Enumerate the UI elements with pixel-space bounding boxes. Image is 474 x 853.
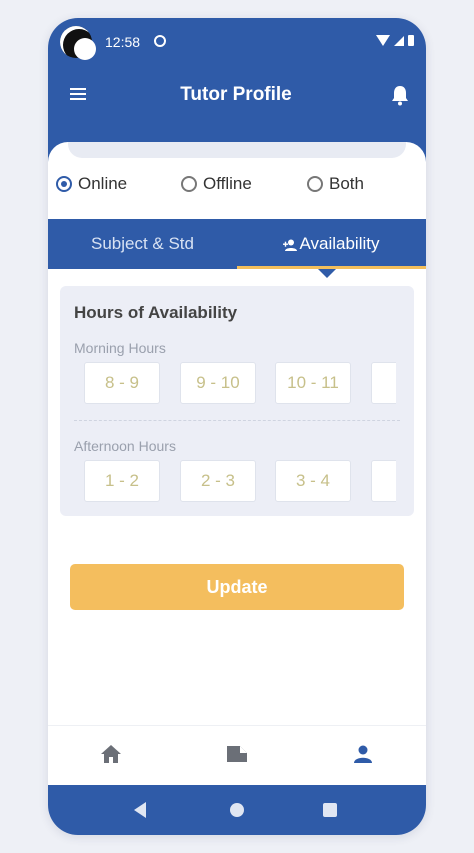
tab-pointer: [318, 269, 336, 278]
person-add-icon: [283, 239, 298, 251]
radio-label: Online: [78, 174, 128, 193]
home-circle-icon[interactable]: [229, 801, 245, 819]
radio-both[interactable]: Both: [307, 174, 364, 194]
back-icon[interactable]: [132, 801, 148, 819]
radio-circle: [307, 176, 323, 192]
slot-morning[interactable]: 11: [371, 362, 396, 404]
status-icons: [376, 35, 414, 46]
tab-availability[interactable]: Availability: [237, 219, 426, 269]
afternoon-label: Afternoon Hours: [74, 438, 176, 454]
recents-icon[interactable]: [322, 801, 338, 819]
person-icon[interactable]: [352, 744, 374, 764]
update-button[interactable]: Update: [70, 564, 404, 610]
section-divider: [74, 420, 400, 421]
bell-icon[interactable]: [390, 84, 410, 106]
status-time: 12:58: [105, 34, 141, 50]
page-title: Tutor Profile: [180, 84, 292, 105]
system-nav-bar: [48, 785, 426, 835]
slot-afternoon[interactable]: 2 - 3: [180, 460, 256, 502]
slot-morning[interactable]: 9 - 10: [180, 362, 256, 404]
slot-morning[interactable]: 8 - 9: [84, 362, 160, 404]
radio-label: Both: [329, 174, 364, 193]
availability-panel: Hours of Availability Morning Hours 8 - …: [60, 286, 414, 516]
radio-circle: [181, 176, 197, 192]
tab-label: Availability: [299, 234, 380, 253]
slot-afternoon[interactable]: 3 - 4: [275, 460, 351, 502]
signal-icon: [394, 35, 404, 46]
afternoon-slots: 1 - 2 2 - 3 3 - 4 4: [84, 460, 396, 502]
slot-afternoon[interactable]: 1 - 2: [84, 460, 160, 502]
tab-subject[interactable]: Subject & Std: [48, 219, 237, 269]
radio-offline[interactable]: Offline: [181, 174, 252, 194]
menu-icon[interactable]: [70, 88, 86, 100]
bottom-nav: [48, 725, 426, 786]
radio-circle: [56, 176, 72, 192]
tab-label: Subject & Std: [90, 234, 194, 253]
wifi-icon: [376, 35, 390, 46]
document-icon[interactable]: [226, 744, 248, 764]
card-sheet: [68, 142, 406, 158]
radio-label: Offline: [203, 174, 252, 193]
availability-title: Hours of Availability: [74, 303, 238, 322]
camera-cutout: [60, 26, 96, 60]
home-icon[interactable]: [100, 744, 122, 764]
phone-frame: 12:58 Tutor Profile Online Offline Both: [48, 18, 426, 835]
tab-bar: Subject & Std Availability: [48, 219, 426, 269]
morning-slots: 8 - 9 9 - 10 10 - 11 11: [84, 362, 396, 404]
battery-icon: [408, 35, 414, 46]
radio-online[interactable]: Online: [56, 174, 127, 194]
mode-radio-group: Online Offline Both: [48, 174, 426, 204]
morning-label: Morning Hours: [74, 340, 166, 356]
slot-afternoon[interactable]: 4: [371, 460, 396, 502]
notification-app-icon: [154, 35, 166, 47]
slot-morning[interactable]: 10 - 11: [275, 362, 351, 404]
